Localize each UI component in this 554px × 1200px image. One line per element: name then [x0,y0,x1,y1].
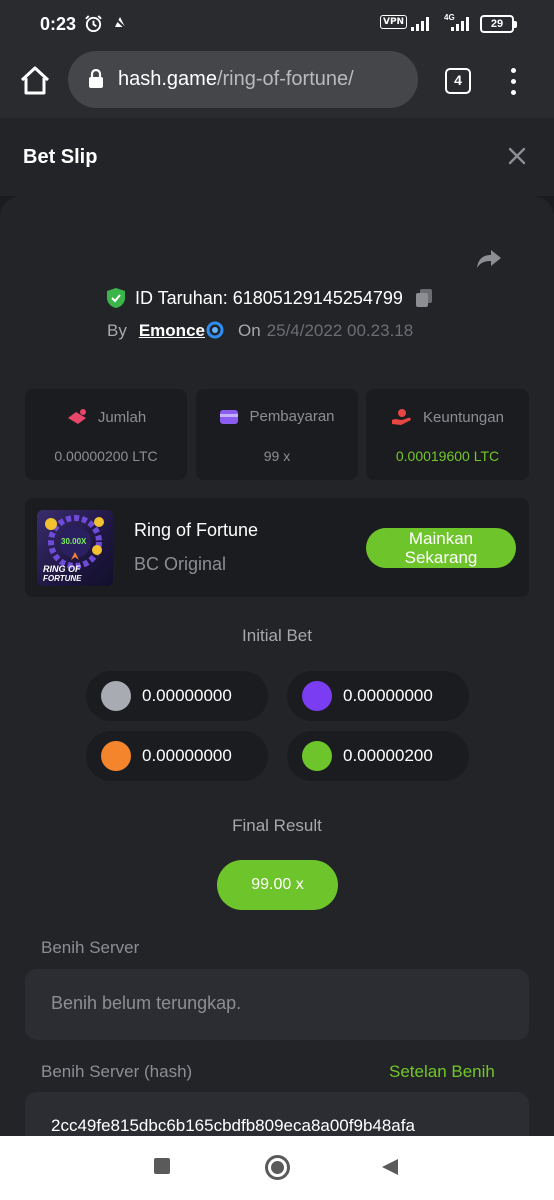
thumb-title-2: FORTUNE [43,574,82,583]
play-now-line2: Sekarang [404,548,478,567]
status-time: 0:23 [40,14,77,34]
bet-date: 25/4/2022 00.23.18 [266,321,414,340]
home-nav-icon[interactable] [265,1155,290,1180]
alarm-icon [85,15,102,33]
stat-profit-value: 0.00019600 LTC [395,448,500,464]
game-row: 30.00X RING OF FORTUNE Ring of Fortune B… [25,498,529,597]
play-now-button[interactable]: Mainkan Sekarang [366,528,516,568]
on-label: On [237,321,261,340]
stat-profit: Keuntungan 0.00019600 LTC [366,389,529,480]
url-text: hash.game/ring-of-fortune/ [118,68,354,91]
notification-off-icon [112,15,128,31]
recents-icon[interactable] [154,1158,170,1174]
coin-amount: 0.00000000 [343,686,433,705]
copy-icon[interactable] [415,288,433,308]
signal-4g-icon [451,17,469,31]
bet-detail-card: ID Taruhan: 61805129145254799 By Emonce O… [0,196,554,1136]
status-bar: 0:23 VPN 4G 29 [0,0,554,48]
username-link[interactable]: Emonce [139,321,205,340]
game-thumbnail[interactable]: 30.00X RING OF FORTUNE [37,510,113,586]
coin-amount: 0.00000000 [142,746,232,765]
seed-settings-link[interactable]: Setelan Benih [389,1062,495,1082]
payout-icon [220,409,239,424]
server-seed-hash-field[interactable]: 2cc49fe815dbc6b165cbdfb809eca8a00f9b48af… [25,1092,529,1136]
coin-bet-grey: 0.00000000 [86,671,268,721]
final-result-value: 99.00 x [217,860,338,910]
coin-purple-icon [302,681,332,711]
server-seed-hash-label: Benih Server (hash) [41,1062,193,1081]
vpn-badge: VPN [380,15,408,29]
server-seed-hash-value: 2cc49fe815dbc6b165cbdfb809eca8a00f9b48af… [51,1116,415,1135]
address-bar[interactable]: hash.game/ring-of-fortune/ [68,51,418,108]
url-path: /ring-of-fortune/ [216,68,354,90]
coin-grey-icon [101,681,131,711]
game-name[interactable]: Ring of Fortune [134,520,258,541]
server-seed-field: Benih belum terungkap. [25,969,529,1040]
stat-amount: Jumlah 0.00000200 LTC [25,389,187,480]
server-seed-value: Benih belum terungkap. [51,993,242,1013]
android-nav-bar [0,1136,554,1200]
battery-icon: 29 [480,15,517,33]
bet-id-row: ID Taruhan: 61805129145254799 [106,287,433,309]
stat-profit-label: Keuntungan [423,408,504,426]
thumb-multiplier: 30.00X [61,537,87,546]
browser-toolbar: hash.game/ring-of-fortune/ 4 [0,48,554,118]
game-provider: BC Original [134,554,227,574]
user-badge-icon [206,321,224,339]
coin-bet-green: 0.00000200 [287,731,469,781]
server-seed-label: Benih Server [41,938,140,957]
play-now-line1: Mainkan [408,529,474,548]
close-icon[interactable] [507,146,527,166]
bet-slip-title: Bet Slip [23,146,98,168]
amount-icon [67,409,86,424]
coin-bet-orange: 0.00000000 [86,731,268,781]
profit-icon [392,409,411,425]
share-icon[interactable] [476,248,502,270]
coin-bet-purple: 0.00000000 [287,671,469,721]
tab-switcher-button[interactable]: 4 [445,68,471,94]
coin-amount: 0.00000000 [142,686,232,705]
stat-payout: Pembayaran 99 x [196,389,358,480]
overflow-menu-icon[interactable] [506,66,522,98]
back-icon[interactable] [380,1157,400,1177]
shield-check-icon [107,288,125,308]
bet-slip-header: Bet Slip [0,118,554,196]
url-domain: hash.game [118,68,217,90]
stat-payout-label: Pembayaran [249,408,335,425]
stat-amount-label: Jumlah [97,408,147,426]
home-icon[interactable] [18,64,52,98]
stat-payout-value: 99 x [263,448,291,464]
bet-owner-row: By Emonce On 25/4/2022 00.23.18 [107,321,413,341]
lock-icon [89,69,103,88]
coin-green-icon [302,741,332,771]
by-label: By [107,321,127,340]
coin-amount: 0.00000200 [343,746,433,765]
initial-bet-label: Initial Bet [242,626,312,645]
stat-amount-value: 0.00000200 LTC [54,448,158,464]
signal-icon [411,17,429,31]
thumb-title-1: RING OF [43,564,81,574]
coin-orange-icon [101,741,131,771]
final-result-label: Final Result [232,816,322,835]
bet-id: ID Taruhan: 61805129145254799 [135,287,403,308]
